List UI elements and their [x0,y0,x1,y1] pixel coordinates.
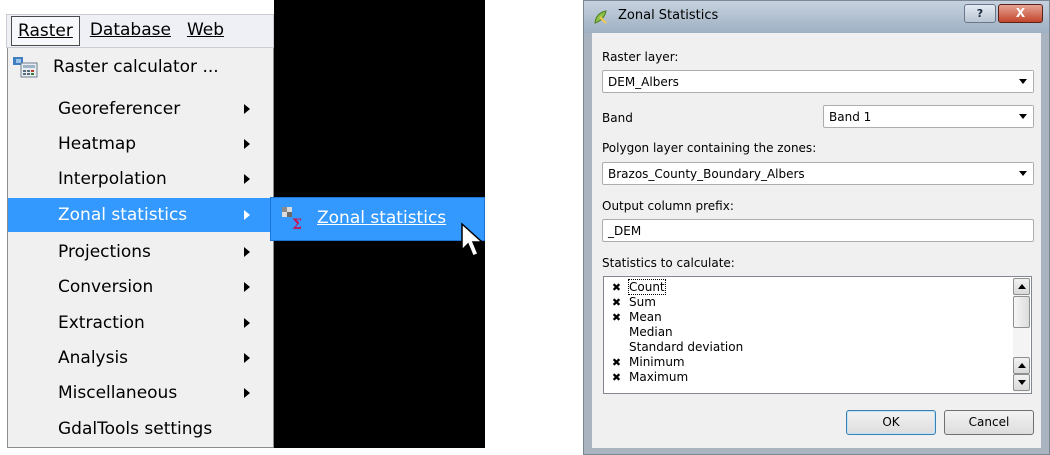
menu-item-analysis[interactable]: Analysis [8,341,273,375]
band-value: Band 1 [829,110,872,124]
chevron-down-icon[interactable] [1013,71,1033,92]
list-item-label: Sum [629,295,656,309]
submenu-arrow-icon [244,388,250,398]
menu-item-label: GdalTools settings [58,419,213,439]
menu-item-raster-calculator[interactable]: Raster calculator ... [8,50,273,84]
menu-item-georeferencer[interactable]: Georeferencer [8,92,273,126]
checkbox-checked-icon[interactable]: ✖ [611,357,622,368]
checkbox-checked-icon[interactable]: ✖ [611,282,622,293]
polygon-layer-label: Polygon layer containing the zones: [602,141,817,155]
qgis-logo-icon [594,10,607,24]
scroll-up-icon[interactable] [1013,357,1030,374]
checkbox-checked-icon[interactable]: ✖ [611,297,622,308]
menu-item-label: Analysis [58,348,129,368]
submenu-arrow-icon [244,318,250,328]
menubar-web[interactable]: Web [181,16,230,46]
menu-item-label: Miscellaneous [58,383,178,403]
help-button[interactable]: ? [964,4,996,23]
raster-calculator-icon [13,57,38,78]
submenu-arrow-icon [244,353,250,363]
list-item-label: Median [629,325,673,339]
list-item-maximum[interactable]: ✖ Maximum [607,370,1012,385]
menubar: Raster Database Web [6,14,274,48]
raster-layer-combo[interactable]: DEM_Albers [602,70,1034,93]
menubar-raster-label: Raster [18,21,73,41]
column-prefix-value: _DEM [608,224,642,238]
submenu-arrow-icon [244,247,250,257]
submenu-arrow-icon [244,174,250,184]
polygon-layer-value: Brazos_County_Boundary_Albers [608,167,805,181]
dialog-title: Zonal Statistics [618,8,719,23]
menu-item-label: Zonal statistics [58,205,188,225]
menu-item-label: Conversion [58,277,154,297]
scrollbar-thumb[interactable] [1013,296,1030,328]
menu-item-label: Interpolation [58,169,167,189]
menu-item-conversion[interactable]: Conversion [8,270,273,304]
checkbox-unchecked-icon[interactable] [611,342,622,353]
list-item-median[interactable]: Median [607,325,1012,340]
stats-label: Statistics to calculate: [602,256,735,270]
submenu-item-label: Zonal statistics [317,208,447,228]
band-combo[interactable]: Band 1 [823,105,1034,128]
checkbox-unchecked-icon[interactable] [611,327,622,338]
menu-item-projections[interactable]: Projections [8,235,273,269]
band-label: Band [602,111,633,125]
list-item-label: Mean [629,310,662,324]
menubar-database-label: Database [89,20,171,40]
raster-layer-label: Raster layer: [602,50,679,64]
menubar-web-label: Web [186,20,225,40]
menu-item-heatmap[interactable]: Heatmap [8,127,273,161]
close-button[interactable]: X [998,4,1043,23]
qgis-menu-screenshot: Raster Database Web Raster calculator ..… [0,0,485,455]
submenu-arrow-icon [244,210,250,220]
svg-text:Σ: Σ [292,217,302,232]
scroll-up-icon[interactable] [1013,278,1030,295]
statistics-list[interactable]: ✖ Count ✖ Sum ✖ Mean Median Standard dev… [603,276,1032,394]
zonal-statistics-icon: Σ [282,207,302,232]
menubar-raster[interactable]: Raster [11,16,80,46]
menu-item-label: Extraction [58,313,145,333]
checkbox-checked-icon[interactable]: ✖ [611,312,622,323]
list-item-label: Count [628,279,666,295]
list-item-label: Maximum [629,370,689,384]
scroll-down-icon[interactable] [1013,374,1030,391]
menu-item-label: Projections [58,242,151,262]
menu-item-interpolation[interactable]: Interpolation [8,162,273,196]
list-item-standard-deviation[interactable]: Standard deviation [607,340,1012,355]
raster-dropdown-menu: Raster calculator ... Georeferencer Heat… [7,48,274,448]
menu-item-label: Georeferencer [58,99,181,119]
list-item-mean[interactable]: ✖ Mean [607,310,1012,325]
mouse-cursor-icon [461,222,484,257]
menu-item-extraction[interactable]: Extraction [8,306,273,340]
submenu-zonal-statistics[interactable]: Σ Zonal statistics [270,197,485,241]
menu-item-gdaltools-settings[interactable]: GdalTools settings [8,412,273,446]
chevron-down-icon[interactable] [1013,163,1033,184]
menu-item-label: Heatmap [58,134,137,154]
list-item-sum[interactable]: ✖ Sum [607,295,1012,310]
list-item-label: Minimum [629,355,685,369]
list-item-label: Standard deviation [629,340,744,354]
column-prefix-input[interactable]: _DEM [602,219,1034,242]
ok-button[interactable]: OK [846,410,936,435]
vertical-scrollbar[interactable] [1013,278,1030,392]
list-item-minimum[interactable]: ✖ Minimum [607,355,1012,370]
menu-item-miscellaneous[interactable]: Miscellaneous [8,376,273,410]
menu-item-label: Raster calculator ... [53,57,219,77]
zonal-statistics-dialog: Zonal Statistics ? X Raster layer: DEM_A… [583,0,1050,455]
dialog-body: Raster layer: DEM_Albers Band Band 1 Pol… [592,33,1041,448]
checkbox-checked-icon[interactable]: ✖ [611,372,622,383]
polygon-layer-combo[interactable]: Brazos_County_Boundary_Albers [602,162,1034,185]
menubar-database[interactable]: Database [84,16,177,46]
raster-layer-value: DEM_Albers [608,75,679,89]
list-item-count[interactable]: ✖ Count [607,279,1012,295]
prefix-label: Output column prefix: [602,199,734,213]
submenu-arrow-icon [244,282,250,292]
chevron-down-icon[interactable] [1013,106,1033,127]
menu-item-zonal-statistics[interactable]: Zonal statistics [8,198,273,232]
submenu-arrow-icon [244,104,250,114]
submenu-arrow-icon [244,139,250,149]
cancel-button[interactable]: Cancel [944,410,1034,435]
dialog-titlebar[interactable]: Zonal Statistics ? X [584,1,1049,33]
